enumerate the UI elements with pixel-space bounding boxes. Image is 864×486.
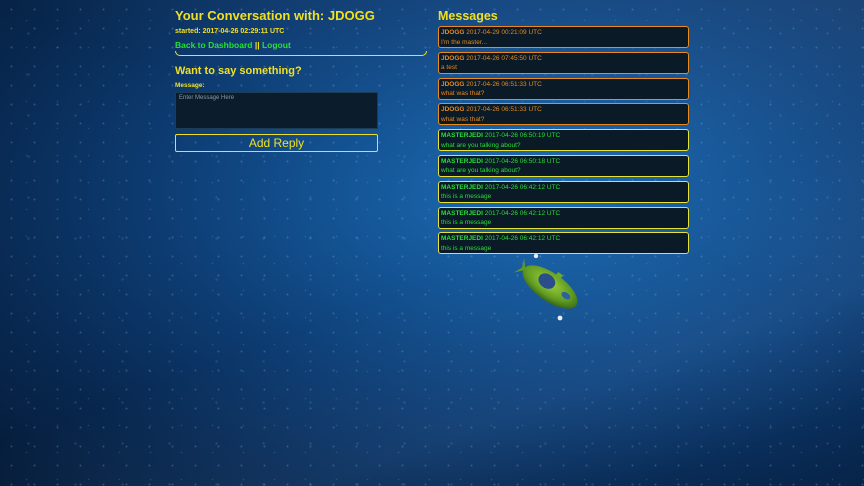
message-text: what are you talking about?	[441, 167, 521, 175]
message-time: 2017-04-26 06:42:12 UTC	[484, 235, 561, 243]
message-author: MASTERJEDI	[441, 157, 483, 165]
message-item: MASTERJEDI 2017-04-26 06:42:12 UTC this i…	[438, 206, 689, 229]
conversation-title: Your Conversation with: JDOGG	[175, 8, 375, 23]
message-author: JDOGG	[441, 29, 465, 36]
background-light-rays	[0, 0, 864, 486]
nav-links: Back to Dashboard || Logout	[175, 39, 427, 51]
messages-heading: Messages	[438, 9, 498, 23]
messages-panel: Messages JDOGG 2017-04-29 00:21:09 UTC I'…	[438, 8, 689, 258]
started-timestamp: started: 2017-04-26 02:29:11 UTC	[175, 28, 285, 35]
message-text: this is a message	[441, 219, 492, 227]
message-time: 2017-04-26 06:50:18 UTC	[484, 157, 561, 165]
message-item: MASTERJEDI 2017-04-26 06:42:12 UTC this i…	[438, 180, 689, 203]
message-item: MASTERJEDI 2017-04-26 06:50:19 UTC what a…	[438, 129, 689, 152]
message-time: 2017-04-26 06:42:12 UTC	[484, 209, 561, 217]
message-text: I'm the master...	[441, 38, 488, 46]
message-text: a test	[441, 64, 457, 72]
message-time: 2017-04-26 06:50:19 UTC	[484, 132, 561, 140]
message-header: JDOGG 2017-04-26 07:45:50 UTC	[441, 55, 542, 62]
logout-link[interactable]: Logout	[262, 40, 291, 50]
header-divider	[175, 51, 427, 56]
add-reply-button[interactable]: Add Reply	[175, 134, 378, 152]
reply-heading: Want to say something?	[175, 65, 302, 77]
message-header: MASTERJEDI 2017-04-26 06:42:12 UTC	[441, 184, 560, 191]
message-header: JDOGG 2017-04-29 00:21:09 UTC	[441, 29, 542, 36]
message-time: 2017-04-29 00:21:09 UTC	[466, 29, 542, 36]
background-bubbles	[0, 0, 864, 486]
message-text: what was that?	[441, 90, 485, 98]
back-to-dashboard-link[interactable]: Back to Dashboard	[175, 40, 252, 50]
message-item: JDOGG 2017-04-29 00:21:09 UTC I'm the mas…	[438, 26, 689, 48]
message-header: MASTERJEDI 2017-04-26 06:50:19 UTC	[441, 132, 560, 139]
message-time: 2017-04-26 06:51:33 UTC	[466, 80, 542, 88]
message-time: 2017-04-26 06:42:12 UTC	[484, 183, 561, 191]
message-item: JDOGG 2017-04-26 06:51:33 UTC what was th…	[438, 103, 689, 126]
conversation-panel: Your Conversation with: JDOGG started: 2…	[175, 8, 427, 152]
message-list: JDOGG 2017-04-29 00:21:09 UTC I'm the mas…	[438, 26, 689, 255]
message-author: JDOGG	[441, 106, 465, 114]
message-author: JDOGG	[441, 80, 465, 88]
message-header: MASTERJEDI 2017-04-26 06:42:12 UTC	[441, 235, 560, 242]
message-item: JDOGG 2017-04-26 07:45:50 UTC a test	[438, 51, 689, 74]
message-time: 2017-04-26 06:51:33 UTC	[466, 106, 542, 114]
message-item: JDOGG 2017-04-26 06:51:33 UTC what was th…	[438, 77, 689, 100]
message-author: MASTERJEDI	[441, 209, 483, 217]
green-submarine-icon	[513, 253, 578, 321]
message-header: MASTERJEDI 2017-04-26 06:42:12 UTC	[441, 210, 560, 217]
message-text: what are you talking about?	[441, 141, 521, 149]
message-input[interactable]	[175, 92, 378, 129]
message-header: JDOGG 2017-04-26 06:51:33 UTC	[441, 106, 542, 113]
message-label: Message:	[175, 82, 205, 89]
message-item: MASTERJEDI 2017-04-26 06:50:18 UTC what a…	[438, 154, 689, 177]
message-author: JDOGG	[441, 54, 465, 62]
message-text: what was that?	[441, 115, 485, 123]
message-header: JDOGG 2017-04-26 06:51:33 UTC	[441, 81, 542, 88]
message-text: this is a message	[441, 193, 492, 201]
message-author: MASTERJEDI	[441, 183, 483, 191]
link-separator: ||	[254, 40, 260, 50]
message-header: MASTERJEDI 2017-04-26 06:50:18 UTC	[441, 158, 560, 165]
message-time: 2017-04-26 07:45:50 UTC	[466, 54, 542, 62]
message-author: MASTERJEDI	[441, 235, 483, 243]
message-author: MASTERJEDI	[441, 132, 483, 140]
